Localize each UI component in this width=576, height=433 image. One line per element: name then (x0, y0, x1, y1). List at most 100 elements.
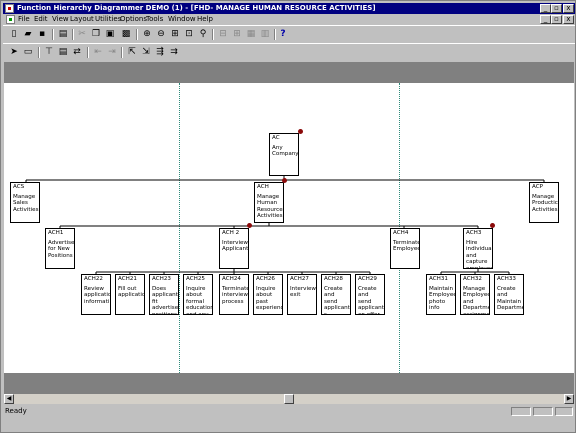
function-node-ach28[interactable]: ACH28 Create and send applicant s reject… (321, 274, 351, 315)
function-node-ach33[interactable]: ACH33 Create and Maintain Departme (494, 274, 524, 315)
help-icon[interactable]: ? (276, 28, 290, 41)
zoom-fit-icon[interactable]: ⊞ (168, 28, 182, 41)
collapse-icon[interactable]: ⊟ (216, 28, 230, 41)
print-icon[interactable]: ▤ (56, 28, 70, 41)
scroll-left-icon[interactable]: ◀ (4, 394, 14, 404)
expand-marker[interactable] (298, 129, 303, 134)
rectangle-icon[interactable]: ▭ (21, 46, 35, 59)
doc-restore-button[interactable]: ▫ (551, 15, 562, 24)
node-id: ACH 2 (222, 230, 240, 236)
doc-minimize-button[interactable]: _ (540, 15, 551, 24)
node-id: ACH22 (84, 276, 103, 282)
function-node-acp[interactable]: ACP Manage Productic Activities (529, 182, 559, 223)
menu-layout[interactable]: Layout (70, 15, 94, 23)
toolbar-separator (38, 47, 40, 58)
cut-icon[interactable]: ✂ (75, 28, 89, 41)
zoom-in-icon[interactable]: ⊕ (140, 28, 154, 41)
resequence-icon[interactable]: ⇤ (91, 46, 105, 59)
save-icon[interactable]: ▪ (35, 28, 49, 41)
menu-tools[interactable]: Tools (146, 15, 163, 23)
node-id: ACH25 (186, 276, 205, 282)
scroll-right-icon[interactable]: ▶ (564, 394, 574, 404)
doc-close-button[interactable]: x (563, 15, 574, 24)
status-panel (533, 407, 553, 416)
menu-utilities[interactable]: Utilities (95, 15, 121, 23)
demote-icon[interactable]: ⇲ (139, 46, 153, 59)
status-panel (511, 407, 531, 416)
node-label: Manage Productic Activities (532, 193, 558, 213)
function-node-ach[interactable]: ACH Manage Human Resource Activities (254, 182, 284, 223)
node-id: ACH3 (466, 230, 482, 236)
function-node-ach32[interactable]: ACH32 Manage Employee and Departme assig… (460, 274, 490, 315)
standard-toolbar: ▯ ▰ ▪ ▤ ✂ ❐ ▣ ▩ ⊕ ⊖ ⊞ ⊡ ⚲ ⊟ ⊞ ▦ ▥ ? (3, 25, 575, 42)
maximize-button[interactable]: ▫ (551, 4, 562, 13)
menu-window[interactable]: Window (168, 15, 196, 23)
app-icon[interactable] (5, 4, 14, 13)
function-node-ach24[interactable]: ACH24 Terminate interview process (219, 274, 249, 315)
menu-file[interactable]: File (18, 15, 30, 23)
status-text: Ready (5, 407, 27, 415)
arrange-right-icon[interactable]: ⇉ (167, 46, 181, 59)
title-bar: Function Hierarchy Diagrammer DEMO (1) -… (3, 3, 575, 14)
menu-edit[interactable]: Edit (34, 15, 48, 23)
function-node-ach3[interactable]: ACH3 Hire individua and capture employee (463, 228, 493, 269)
scroll-thumb[interactable] (284, 394, 294, 404)
close-button[interactable]: x (563, 4, 574, 13)
move-icon[interactable]: ⇄ (70, 46, 84, 59)
hierarchy-icon[interactable]: ⊤ (42, 46, 56, 59)
menu-view[interactable]: View (52, 15, 69, 23)
toolbar-separator (212, 29, 214, 40)
function-node-ach21[interactable]: ACH21 Fill out applicatic (115, 274, 145, 315)
zoom-select-icon[interactable]: ⊡ (182, 28, 196, 41)
document-icon[interactable] (6, 15, 15, 24)
function-node-ach4[interactable]: ACH4 Terminate Employee (390, 228, 420, 269)
layout-icon[interactable]: ▦ (244, 28, 258, 41)
menu-bar: File Edit View Layout Utilities Options … (3, 14, 575, 25)
minimize-button[interactable]: _ (540, 4, 551, 13)
node-id: ACH24 (222, 276, 241, 282)
expand-marker[interactable] (247, 223, 252, 228)
find-icon[interactable]: ⚲ (196, 28, 210, 41)
paste-icon[interactable]: ▣ (103, 28, 117, 41)
menu-options[interactable]: Options (120, 15, 147, 23)
promote-icon[interactable]: ⇱ (125, 46, 139, 59)
status-bar: Ready (3, 405, 575, 417)
open-icon[interactable]: ▰ (21, 28, 35, 41)
arrange-icon[interactable]: ⇥ (105, 46, 119, 59)
function-node-ach22[interactable]: ACH22 Review applicatic informati (81, 274, 111, 315)
function-node-ach2[interactable]: ACH 2 Interview Applicant (219, 228, 249, 269)
function-node-ach27[interactable]: ACH27 Interview exit (287, 274, 317, 315)
expand-marker[interactable] (490, 223, 495, 228)
node-label: Interview exit (290, 285, 317, 299)
horizontal-scrollbar[interactable]: ◀ ▶ (4, 394, 574, 404)
copy-icon[interactable]: ❐ (89, 28, 103, 41)
node-id: ACH (257, 184, 269, 190)
refresh-icon[interactable]: ▥ (258, 28, 272, 41)
node-id: ACH31 (429, 276, 448, 282)
new-icon[interactable]: ▯ (7, 28, 21, 41)
expand-marker[interactable] (282, 178, 287, 183)
node-id: ACH33 (497, 276, 516, 282)
diagram-canvas[interactable]: AC Any Company ACS Manage Sales Activiti… (4, 83, 574, 373)
node-id: ACH26 (256, 276, 275, 282)
node-label: Create and send applicant an offer (358, 285, 384, 315)
node-label: Manage Human Resource Activities (257, 193, 283, 220)
function-node-ac[interactable]: AC Any Company (269, 133, 299, 176)
function-node-ach26[interactable]: ACH26 Inquire about past experienc (253, 274, 283, 315)
menu-help[interactable]: Help (197, 15, 213, 23)
function-node-ach31[interactable]: ACH31 Maintain Employee photo info (426, 274, 456, 315)
arrange-left-icon[interactable]: ⇶ (153, 46, 167, 59)
bottom-ruler-band (4, 373, 574, 394)
status-panel (555, 407, 573, 416)
function-node-ach23[interactable]: ACH23 Does applicant fit advertise posit… (149, 274, 179, 315)
properties-icon[interactable]: ▩ (119, 28, 133, 41)
zoom-out-icon[interactable]: ⊖ (154, 28, 168, 41)
function-node-ach1[interactable]: ACH1 Advertise for New Positions (45, 228, 75, 269)
function-node-ach29[interactable]: ACH29 Create and send applicant an offer (355, 274, 385, 315)
align-icon[interactable]: ▤ (56, 46, 70, 59)
node-id: ACP (532, 184, 544, 190)
pointer-icon[interactable]: ➤ (7, 46, 21, 59)
expand-icon[interactable]: ⊞ (230, 28, 244, 41)
function-node-acs[interactable]: ACS Manage Sales Activities (10, 182, 40, 223)
function-node-ach25[interactable]: ACH25 Inquire about formal education and… (183, 274, 213, 315)
